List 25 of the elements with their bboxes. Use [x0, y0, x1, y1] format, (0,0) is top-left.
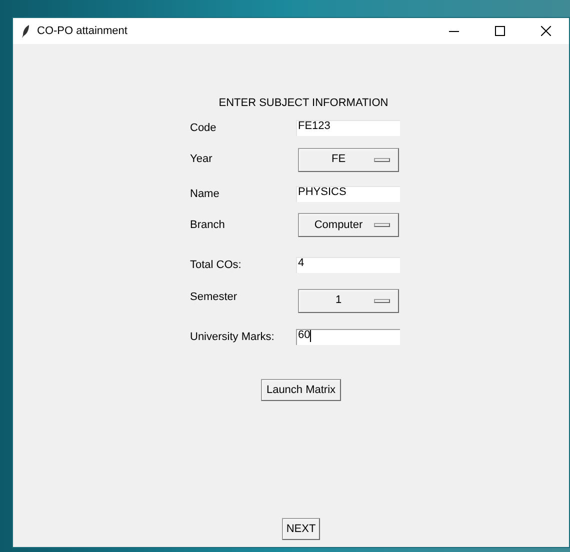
close-icon	[541, 26, 551, 36]
maximize-icon	[495, 26, 505, 36]
text-field[interactable]: 4	[296, 257, 400, 274]
text-field[interactable]: FE123	[296, 120, 400, 136]
form-heading: ENTER SUBJECT INFORMATION	[218, 97, 388, 110]
field-label: Branch	[190, 218, 225, 233]
text-field[interactable]: PHYSICS	[296, 186, 400, 202]
text-field[interactable]: 60	[296, 328, 400, 345]
minimize-icon	[449, 30, 459, 32]
launch-matrix-button[interactable]: Launch Matrix	[261, 379, 341, 401]
field-label: Year	[190, 152, 212, 168]
field-label: Code	[190, 121, 216, 136]
field-label: University Marks:	[190, 330, 274, 344]
dropdown-indicator-icon	[374, 158, 390, 162]
field-label: Total COs:	[190, 258, 242, 273]
field-label: Semester	[190, 290, 238, 304]
window-title: CO-PO attainment	[37, 24, 128, 39]
option-menu[interactable]: Computer	[298, 213, 399, 237]
next-button[interactable]: NEXT	[282, 518, 320, 540]
field-label: Name	[190, 186, 220, 202]
dropdown-indicator-icon	[374, 298, 390, 302]
option-menu[interactable]: 1	[298, 288, 399, 312]
feather-icon	[22, 24, 30, 38]
option-menu[interactable]: FE	[298, 148, 399, 172]
dropdown-indicator-icon	[374, 223, 390, 227]
